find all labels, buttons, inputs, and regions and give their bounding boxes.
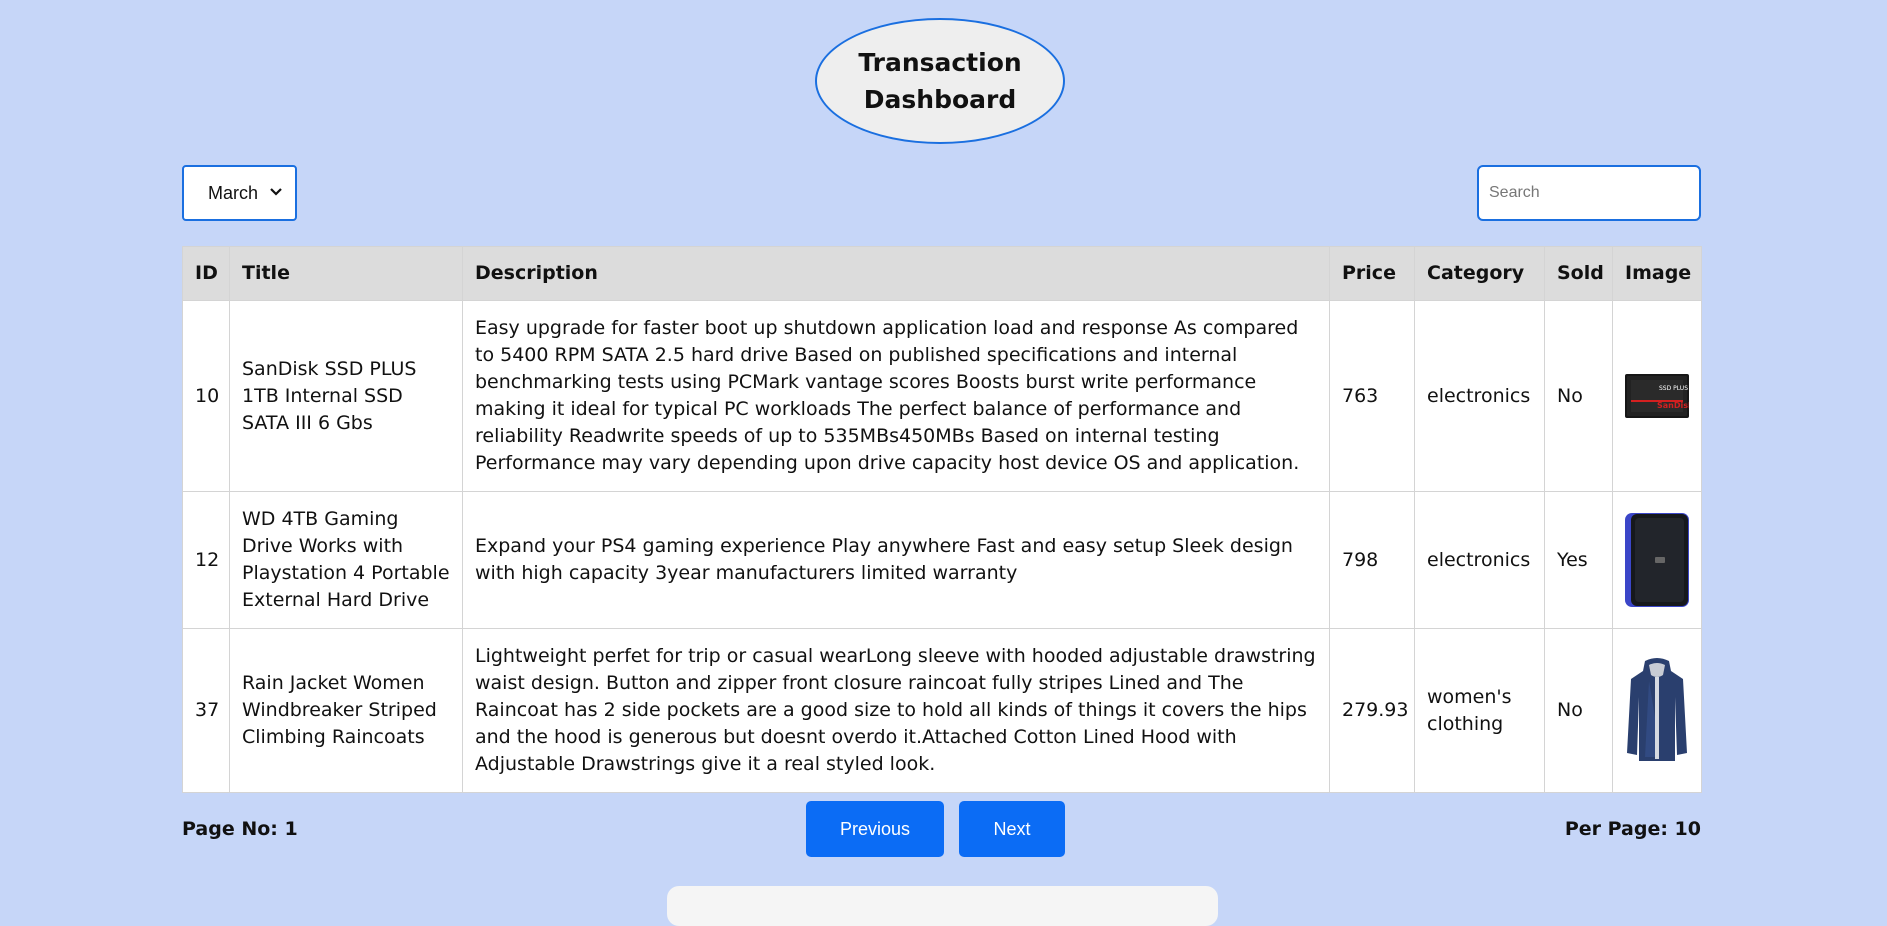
column-header-price: Price [1329, 246, 1415, 301]
page-number-label: Page No: 1 [182, 818, 298, 840]
hard-drive-image [1625, 513, 1689, 607]
cell-category: women's clothing [1414, 628, 1545, 793]
month-select-value: March [208, 182, 259, 203]
svg-text:SanDisk: SanDisk [1657, 401, 1689, 410]
per-page-label: Per Page: 10 [1564, 818, 1701, 840]
cell-sold: Yes [1544, 491, 1613, 629]
cell-sold: No [1544, 300, 1613, 492]
cell-id: 10 [182, 300, 230, 492]
cell-image [1612, 628, 1702, 793]
cell-title: Rain Jacket Women Windbreaker Striped Cl… [229, 628, 463, 793]
next-button[interactable]: Next [959, 801, 1065, 857]
column-header-category: Category [1414, 246, 1545, 301]
previous-button[interactable]: Previous [806, 801, 944, 857]
svg-text:SSD PLUS: SSD PLUS [1659, 385, 1688, 392]
cell-price: 798 [1329, 491, 1415, 629]
cell-description: Expand your PS4 gaming experience Play a… [462, 491, 1330, 629]
transactions-table: ID Title Description Price Category Sold… [182, 246, 1702, 793]
chevron-down-icon [270, 188, 282, 196]
column-header-sold: Sold [1544, 246, 1613, 301]
cell-image: SSD PLUS SanDisk [1612, 300, 1702, 492]
page-title: Transaction Dashboard [815, 18, 1065, 144]
table-row: 37 Rain Jacket Women Windbreaker Striped… [182, 628, 1702, 793]
cell-title: SanDisk SSD PLUS 1TB Internal SSD SATA I… [229, 300, 463, 492]
cell-description: Easy upgrade for faster boot up shutdown… [462, 300, 1330, 492]
cell-category: electronics [1414, 300, 1545, 492]
month-select[interactable]: March [182, 165, 297, 221]
cell-image [1612, 491, 1702, 629]
statistics-card [667, 886, 1218, 926]
column-header-image: Image [1612, 246, 1702, 301]
cell-description: Lightweight perfet for trip or casual we… [462, 628, 1330, 793]
search-input[interactable] [1477, 165, 1701, 221]
table-row: 12 WD 4TB Gaming Drive Works with Playst… [182, 491, 1702, 629]
column-header-title: Title [229, 246, 463, 301]
cell-category: electronics [1414, 491, 1545, 629]
cell-sold: No [1544, 628, 1613, 793]
cell-price: 279.93 [1329, 628, 1415, 793]
cell-title: WD 4TB Gaming Drive Works with Playstati… [229, 491, 463, 629]
column-header-id: ID [182, 246, 230, 301]
cell-id: 37 [182, 628, 230, 793]
column-header-description: Description [462, 246, 1330, 301]
ssd-image: SSD PLUS SanDisk [1625, 374, 1689, 418]
jacket-image [1627, 657, 1687, 761]
cell-price: 763 [1329, 300, 1415, 492]
table-row: 10 SanDisk SSD PLUS 1TB Internal SSD SAT… [182, 300, 1702, 492]
table-header-row: ID Title Description Price Category Sold… [182, 246, 1702, 301]
cell-id: 12 [182, 491, 230, 629]
